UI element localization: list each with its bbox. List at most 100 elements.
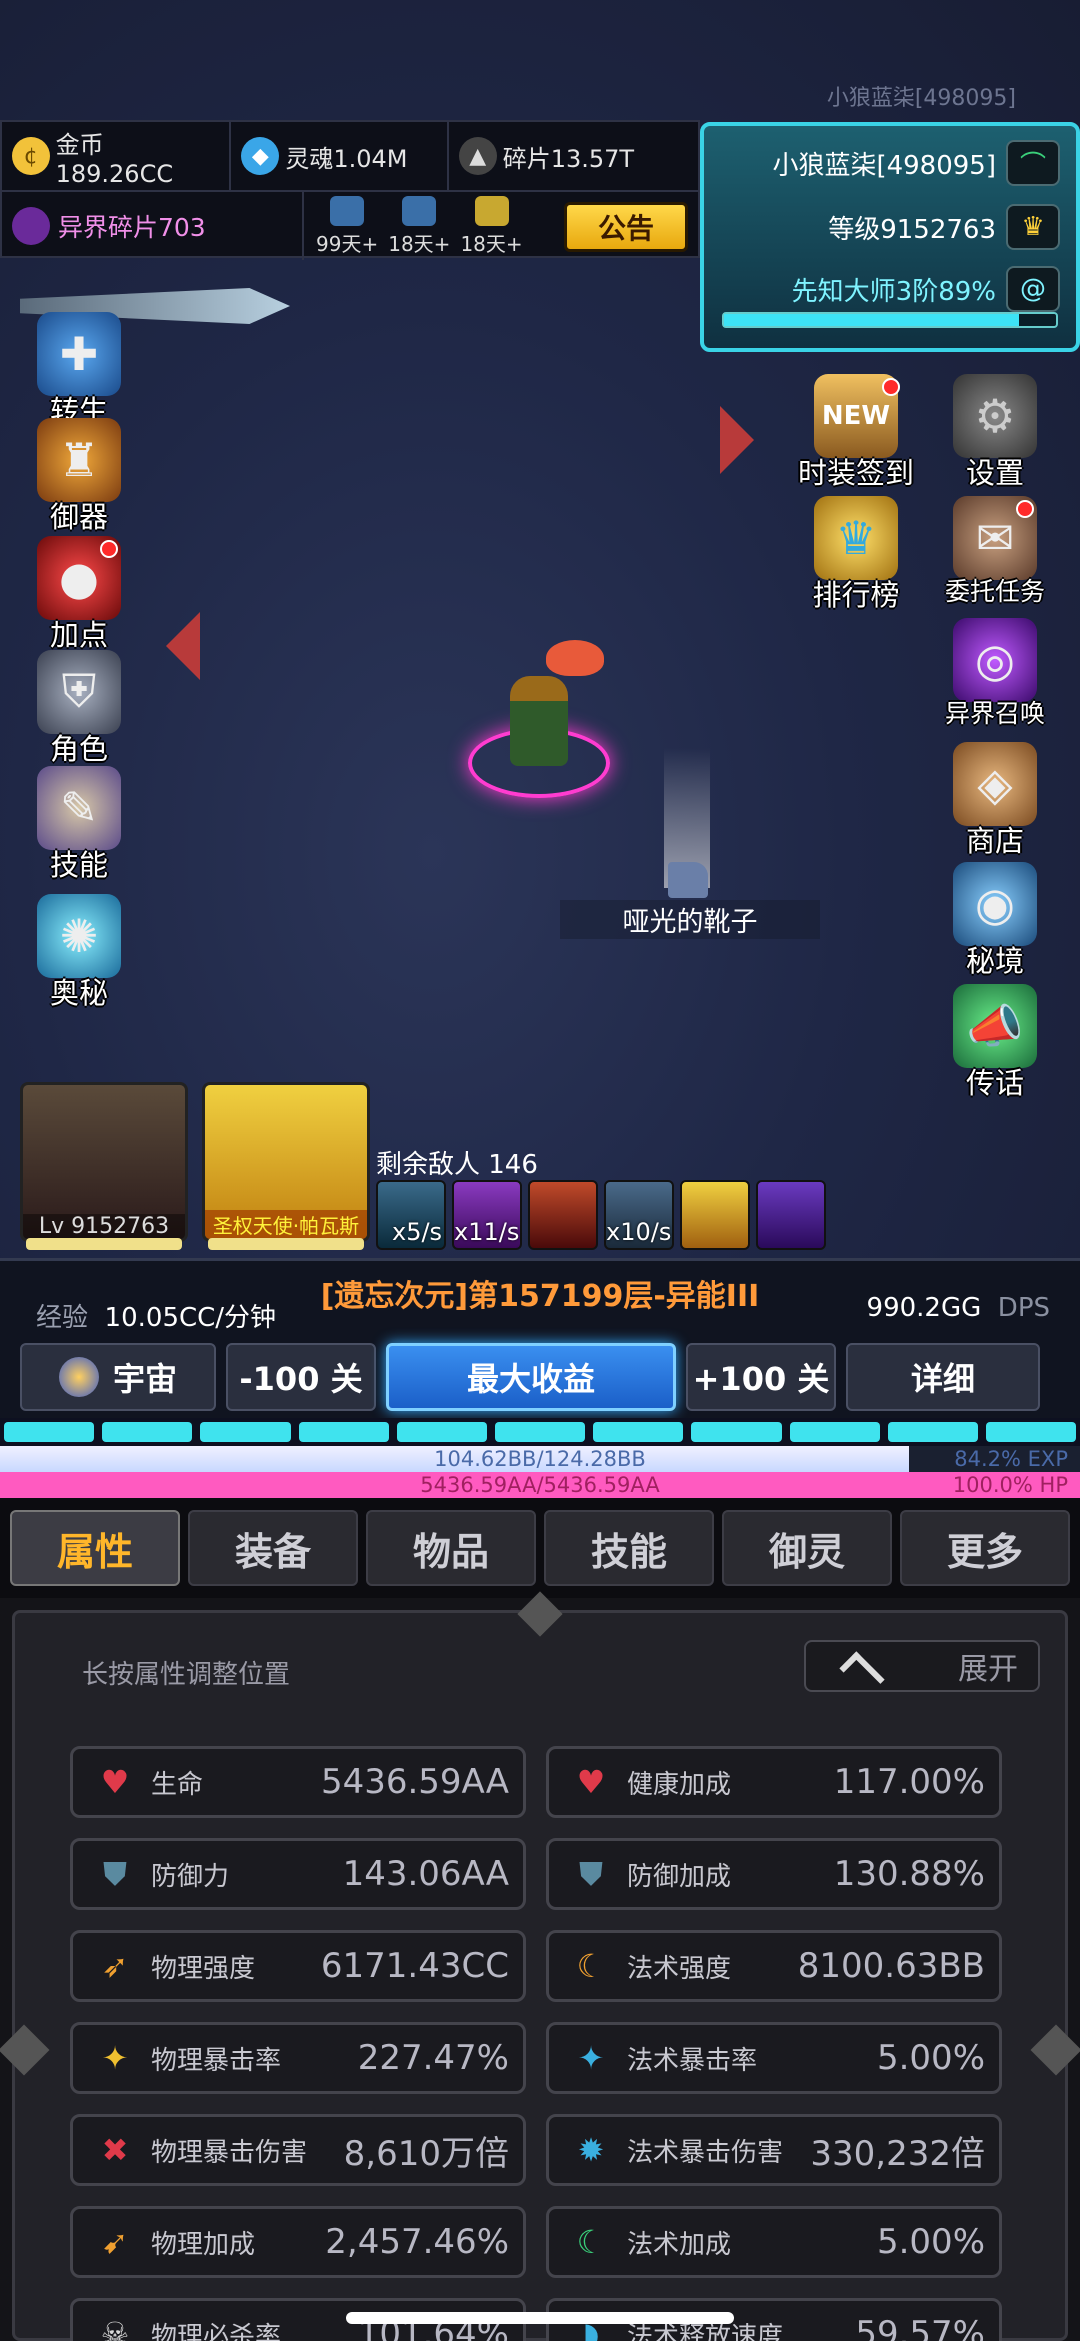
menu-otherworld-summon[interactable]: ◎ 异界召唤	[940, 618, 1050, 730]
skill-slot[interactable]: x10/s	[604, 1180, 674, 1250]
menu-settings[interactable]: ⚙ 设置	[940, 374, 1050, 492]
menu-secret-realm[interactable]: ◉ 秘境	[940, 862, 1050, 980]
skill-slot[interactable]: x11/s	[452, 1180, 522, 1250]
soul-icon: ◆	[241, 137, 280, 175]
tab-skills[interactable]: 技能	[544, 1510, 714, 1586]
notification-dot	[1016, 500, 1034, 518]
wave-dash	[789, 1422, 880, 1442]
attribute-cell[interactable]: ☾ 法术加成 5.00%	[546, 2206, 1002, 2278]
wave-dash	[200, 1422, 291, 1442]
buff-icon	[474, 195, 509, 226]
buff-timer[interactable]: 18天+	[388, 195, 450, 257]
tab-equipment[interactable]: 装备	[188, 1510, 358, 1586]
buff-timer[interactable]: 18天+	[460, 195, 523, 257]
hp-bar: 5436.59AA/5436.59AA 100.0% HP	[0, 1472, 1080, 1498]
menu-costume-checkin[interactable]: NEW 时装签到	[796, 374, 916, 492]
main-tabs: 属性 装备 物品 技能 御灵 更多	[0, 1498, 1080, 1598]
menu-arcane[interactable]: ✺ 奥秘	[24, 894, 134, 1012]
boot-icon[interactable]	[668, 862, 708, 898]
attribute-cell[interactable]: ♥ 健康加成 117.00%	[546, 1746, 1002, 1818]
attribute-cell[interactable]: ✖ 物理暴击伤害 8,610万倍	[70, 2114, 526, 2186]
player-id-watermark: 小狼蓝柒[498095]	[826, 86, 1016, 111]
notice-button[interactable]: 公告	[564, 202, 688, 252]
magic-crit-icon: ✦	[577, 2039, 605, 2077]
skill-slot[interactable]	[680, 1180, 750, 1250]
boss-health-bar	[208, 1238, 364, 1250]
menu-ranking[interactable]: ♛ 排行榜	[796, 496, 916, 614]
minus-100-stage-button[interactable]: -100 关	[226, 1343, 376, 1411]
resource-bar: ¢ 金币189.26CC ◆ 灵魂1.04M ▲ 碎片13.57T 异界碎片70…	[0, 120, 700, 260]
attribute-cell[interactable]: ⛊ 防御力 143.06AA	[70, 1838, 526, 1910]
skill-slot[interactable]	[528, 1180, 598, 1250]
attribute-value: 5.00%	[876, 2038, 985, 2078]
planet-icon	[58, 1357, 99, 1397]
attribute-cell[interactable]: ✦ 物理暴击率 227.47%	[70, 2022, 526, 2094]
wave-dash	[887, 1422, 978, 1442]
rank-progress-bar	[722, 312, 1058, 328]
attribute-cell[interactable]: ✹ 法术暴击伤害 330,232倍	[546, 2114, 1002, 2186]
menu-character[interactable]: ⛨ 角色	[24, 650, 134, 768]
expand-button[interactable]: 展开	[804, 1640, 1040, 1697]
magic-bonus-icon: ☾	[576, 2223, 606, 2261]
player-portrait[interactable]: Lv 9152763	[20, 1082, 188, 1242]
menu-broadcast[interactable]: 📣 传话	[940, 984, 1050, 1102]
menu-skills[interactable]: ✎ 技能	[24, 766, 134, 884]
attribute-name: 法术暴击伤害	[627, 2137, 784, 2168]
gear-icon: ⚙	[953, 374, 1037, 458]
shield-plus-icon: ⛊	[578, 1854, 603, 1893]
menu-shop[interactable]: ◈ 商店	[940, 742, 1050, 860]
tab-items[interactable]: 物品	[366, 1510, 536, 1586]
battle-scene: 小狼蓝柒[498095] ¢ 金币189.26CC ◆ 灵魂1.04M ▲ 碎片…	[0, 0, 1080, 1420]
skill-slot[interactable]	[756, 1180, 826, 1250]
attribute-cell[interactable]: ➹ 物理加成 2,457.46%	[70, 2206, 526, 2278]
menu-artifact[interactable]: ♜ 御器	[24, 418, 134, 536]
tab-more[interactable]: 更多	[900, 1510, 1070, 1586]
attribute-name: 健康加成	[627, 1769, 732, 1800]
attribute-value: 227.47%	[357, 2038, 509, 2078]
gold-counter: ¢ 金币189.26CC	[2, 122, 232, 190]
attribute-cell[interactable]: ☾ 法术强度 8100.63BB	[546, 1930, 1002, 2002]
buff-timer[interactable]: 99天+	[316, 195, 378, 257]
plus-100-stage-button[interactable]: +100 关	[686, 1343, 836, 1411]
artifact-icon: ♜	[37, 418, 121, 502]
stage-controls: 宇宙 -100 关 最大收益 +100 关 详细	[20, 1343, 1060, 1411]
exp-rate: 经验 10.05CC/分钟	[36, 1303, 277, 1333]
loot-drop-label[interactable]: 哑光的靴子	[560, 900, 820, 939]
attribute-cell[interactable]: ✦ 法术暴击率 5.00%	[546, 2022, 1002, 2094]
wave-progress-dashes	[0, 1418, 1080, 1446]
attribute-value: 5.00%	[876, 2222, 985, 2262]
skill-slot[interactable]: x5/s	[376, 1180, 446, 1250]
armor-icon: ⛨	[37, 650, 121, 734]
attribute-cell[interactable]: ⛊ 防御加成 130.88%	[546, 1838, 1002, 1910]
max-profit-button[interactable]: 最大收益	[386, 1343, 676, 1411]
rank-progress-fill	[724, 314, 1020, 326]
menu-commission[interactable]: ✉ 委托任务	[940, 496, 1050, 608]
pet-sprite	[546, 640, 604, 676]
attribute-cell[interactable]: ➶ 物理强度 6171.43CC	[70, 1930, 526, 2002]
details-button[interactable]: 详细	[846, 1343, 1040, 1411]
profile-panel[interactable]: 小狼蓝柒[498095] ⌒ 等级9152763 ♛ 先知大师3阶89% @	[700, 122, 1080, 352]
trophy-icon: ♛	[814, 496, 898, 580]
profile-rank-row: 先知大师3阶89% @	[792, 266, 1060, 312]
boss-portrait[interactable]: 圣权天使·帕瓦斯	[202, 1082, 370, 1242]
attribute-value: 2,457.46%	[325, 2222, 509, 2262]
attribute-value: 330,232倍	[810, 2133, 985, 2174]
attribute-cell[interactable]: ♥ 生命 5436.59AA	[70, 1746, 526, 1818]
home-indicator[interactable]	[346, 2312, 734, 2324]
notification-dot	[100, 540, 118, 558]
phys-crit-icon: ✦	[101, 2039, 129, 2077]
skull-icon: ☠	[100, 2315, 130, 2341]
profile-level-row: 等级9152763 ♛	[828, 204, 1060, 250]
menu-add-points[interactable]: ● 加点	[24, 536, 134, 654]
buff-timers: 99天+ 18天+ 18天+	[304, 195, 523, 257]
wave-dash	[298, 1422, 389, 1442]
menu-rebirth[interactable]: ✚ 转生	[24, 312, 134, 430]
attribute-panel: 长按属性调整位置 展开 ♥ 生命 5436.59AA ♥ 健康加成 117.00% ⛊ 防御力…	[0, 1591, 1080, 2341]
tab-spirits[interactable]: 御灵	[722, 1510, 892, 1586]
wave-dash	[396, 1422, 487, 1442]
collapse-left-menu-arrow[interactable]	[166, 612, 200, 680]
collapse-right-menu-arrow[interactable]	[720, 406, 754, 474]
soul-counter: ◆ 灵魂1.04M	[231, 122, 449, 190]
universe-button[interactable]: 宇宙	[20, 1343, 216, 1411]
tab-attributes[interactable]: 属性	[10, 1510, 180, 1586]
